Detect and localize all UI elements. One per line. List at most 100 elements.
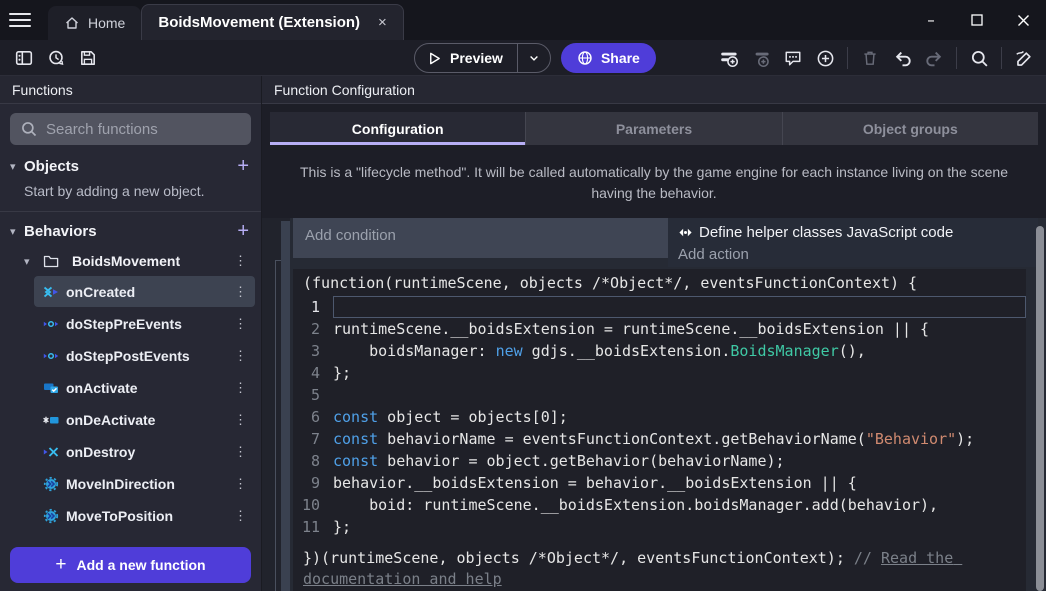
behaviors-section-header[interactable]: ▾ Behaviors + (0, 216, 261, 246)
kebab-menu-icon[interactable]: ⋮ (228, 253, 261, 269)
on-destroy-icon (42, 444, 60, 460)
preview-button[interactable]: Preview (414, 43, 551, 73)
line-number: 8 (293, 450, 333, 472)
add-behavior-button[interactable]: + (237, 221, 249, 241)
chevron-down-icon[interactable]: ▾ (10, 160, 24, 173)
add-function-label: Add a new function (77, 557, 206, 573)
code-header-line: (function(runtimeScene, objects /*Object… (293, 269, 1026, 296)
code-line-8[interactable]: 8const behavior = object.getBehavior(beh… (293, 450, 1026, 472)
add-comment-icon[interactable] (780, 45, 806, 71)
main-title: Function Configuration (262, 76, 1046, 104)
sidebar-title: Functions (0, 76, 261, 104)
add-sub-event-icon[interactable] (748, 45, 774, 71)
js-code-icon (678, 225, 693, 240)
event-drag-handle[interactable] (281, 221, 290, 591)
redo-icon[interactable] (921, 45, 947, 71)
js-event-title[interactable]: Define helper classes JavaScript code (678, 224, 1028, 241)
step-events-icon (42, 316, 60, 332)
kebab-menu-icon[interactable]: ⋮ (228, 380, 255, 396)
kebab-menu-icon[interactable]: ⋮ (228, 444, 255, 460)
sidebar-item-dosteppreevents[interactable]: doStepPreEvents⋮ (34, 308, 255, 339)
kebab-menu-icon[interactable]: ⋮ (228, 412, 255, 428)
sidebar-item-dosteppostevents[interactable]: doStepPostEvents⋮ (34, 340, 255, 371)
save-icon[interactable] (75, 45, 101, 71)
trash-icon[interactable] (857, 45, 883, 71)
code-line-4[interactable]: 4}; (293, 362, 1026, 384)
behaviors-label: Behaviors (24, 223, 237, 240)
maximize-button[interactable] (954, 0, 1000, 40)
window-controls: – (908, 0, 1046, 40)
item-label: doStepPostEvents (66, 348, 228, 364)
events-sheet: Add condition Define helper classes Java… (262, 218, 1046, 591)
code-line-6[interactable]: 6const object = objects[0]; (293, 406, 1026, 428)
toolbar: Preview Share (0, 40, 1046, 76)
add-event-icon[interactable] (716, 45, 742, 71)
add-function-button[interactable]: + Add a new function (10, 547, 251, 583)
hamburger-menu-icon[interactable] (0, 0, 40, 40)
search-icon[interactable] (966, 45, 992, 71)
code-line-3[interactable]: 3 boidsManager: new gdjs.__boidsExtensio… (293, 340, 1026, 362)
add-object-button[interactable]: + (237, 156, 249, 176)
share-button[interactable]: Share (561, 43, 656, 73)
on-activate-icon (42, 380, 60, 396)
sidebar-item-onactivate[interactable]: onActivate⋮ (34, 372, 255, 403)
code-line-11[interactable]: 11}; (293, 516, 1026, 538)
on-deactivate-icon (42, 412, 60, 428)
tab-parameters[interactable]: Parameters (526, 112, 782, 145)
behavior-items: onCreated⋮doStepPreEvents⋮doStepPostEven… (0, 276, 261, 531)
line-number: 10 (293, 494, 333, 516)
add-circle-icon[interactable] (812, 45, 838, 71)
tab-extension[interactable]: BoidsMovement (Extension) × (141, 4, 403, 40)
preview-dropdown-button[interactable] (518, 52, 550, 64)
code-line-2[interactable]: 2runtimeScene.__boidsExtension = runtime… (293, 318, 1026, 340)
line-number: 1 (293, 296, 333, 318)
home-icon (64, 15, 80, 31)
undo-icon[interactable] (889, 45, 915, 71)
objects-section-header[interactable]: ▾ Objects + (0, 151, 261, 181)
item-label: onActivate (66, 380, 228, 396)
panels-icon[interactable] (11, 45, 37, 71)
kebab-menu-icon[interactable]: ⋮ (228, 508, 255, 524)
globe-icon (577, 50, 593, 66)
tab-home[interactable]: Home (48, 6, 141, 40)
code-line-5[interactable]: 5 (293, 384, 1026, 406)
code-line-1[interactable]: 1 (293, 296, 1026, 318)
line-number: 3 (293, 340, 333, 362)
kebab-menu-icon[interactable]: ⋮ (228, 348, 255, 364)
sidebar-group-boidsmovement[interactable]: ▾ BoidsMovement ⋮ (0, 246, 261, 276)
line-number: 9 (293, 472, 333, 494)
folder-icon (42, 253, 60, 269)
minimize-button[interactable]: – (908, 0, 954, 40)
kebab-menu-icon[interactable]: ⋮ (228, 476, 255, 492)
chevron-down-icon[interactable]: ▾ (10, 225, 24, 238)
edit-pen-icon[interactable] (1011, 45, 1037, 71)
sidebar-item-oncreated[interactable]: onCreated⋮ (34, 276, 255, 307)
search-input[interactable] (10, 113, 251, 145)
tab-close-icon[interactable]: × (378, 14, 387, 31)
add-condition-cell[interactable]: Add condition (293, 218, 668, 258)
sidebar-item-ondeactivate[interactable]: onDeActivate⋮ (34, 404, 255, 435)
close-button[interactable] (1000, 0, 1046, 40)
tab-home-label: Home (88, 15, 125, 31)
objects-empty-hint: Start by adding a new object. (0, 181, 261, 212)
code-line-7[interactable]: 7const behaviorName = eventsFunctionCont… (293, 428, 1026, 450)
sidebar-item-moveindirection[interactable]: MoveInDirection⋮ (34, 468, 255, 499)
code-line-9[interactable]: 9behavior.__boidsExtension = behavior.__… (293, 472, 1026, 494)
js-code-editor[interactable]: (function(runtimeScene, objects /*Object… (293, 269, 1026, 591)
item-label: MoveInDirection (66, 476, 228, 492)
tab-configuration[interactable]: Configuration (270, 112, 526, 145)
sidebar-item-ondestroy[interactable]: onDestroy⋮ (34, 436, 255, 467)
tab-object-groups[interactable]: Object groups (783, 112, 1038, 145)
tab-extension-label: BoidsMovement (Extension) (158, 14, 360, 31)
sidebar-item-movetoposition[interactable]: MoveToPosition⋮ (34, 500, 255, 531)
kebab-menu-icon[interactable]: ⋮ (228, 316, 255, 332)
code-line-10[interactable]: 10 boid: runtimeScene.__boidsExtension.b… (293, 494, 1026, 516)
kebab-menu-icon[interactable]: ⋮ (228, 284, 255, 300)
vertical-scrollbar[interactable] (1036, 226, 1044, 591)
add-action-cell[interactable]: Add action (678, 246, 1028, 263)
history-icon[interactable] (43, 45, 69, 71)
function-gear-icon (42, 508, 60, 524)
chevron-down-icon[interactable]: ▾ (24, 255, 38, 268)
actions-cell: Define helper classes JavaScript code Ad… (668, 218, 1038, 267)
configuration-tabs: Configuration Parameters Object groups (270, 112, 1038, 145)
